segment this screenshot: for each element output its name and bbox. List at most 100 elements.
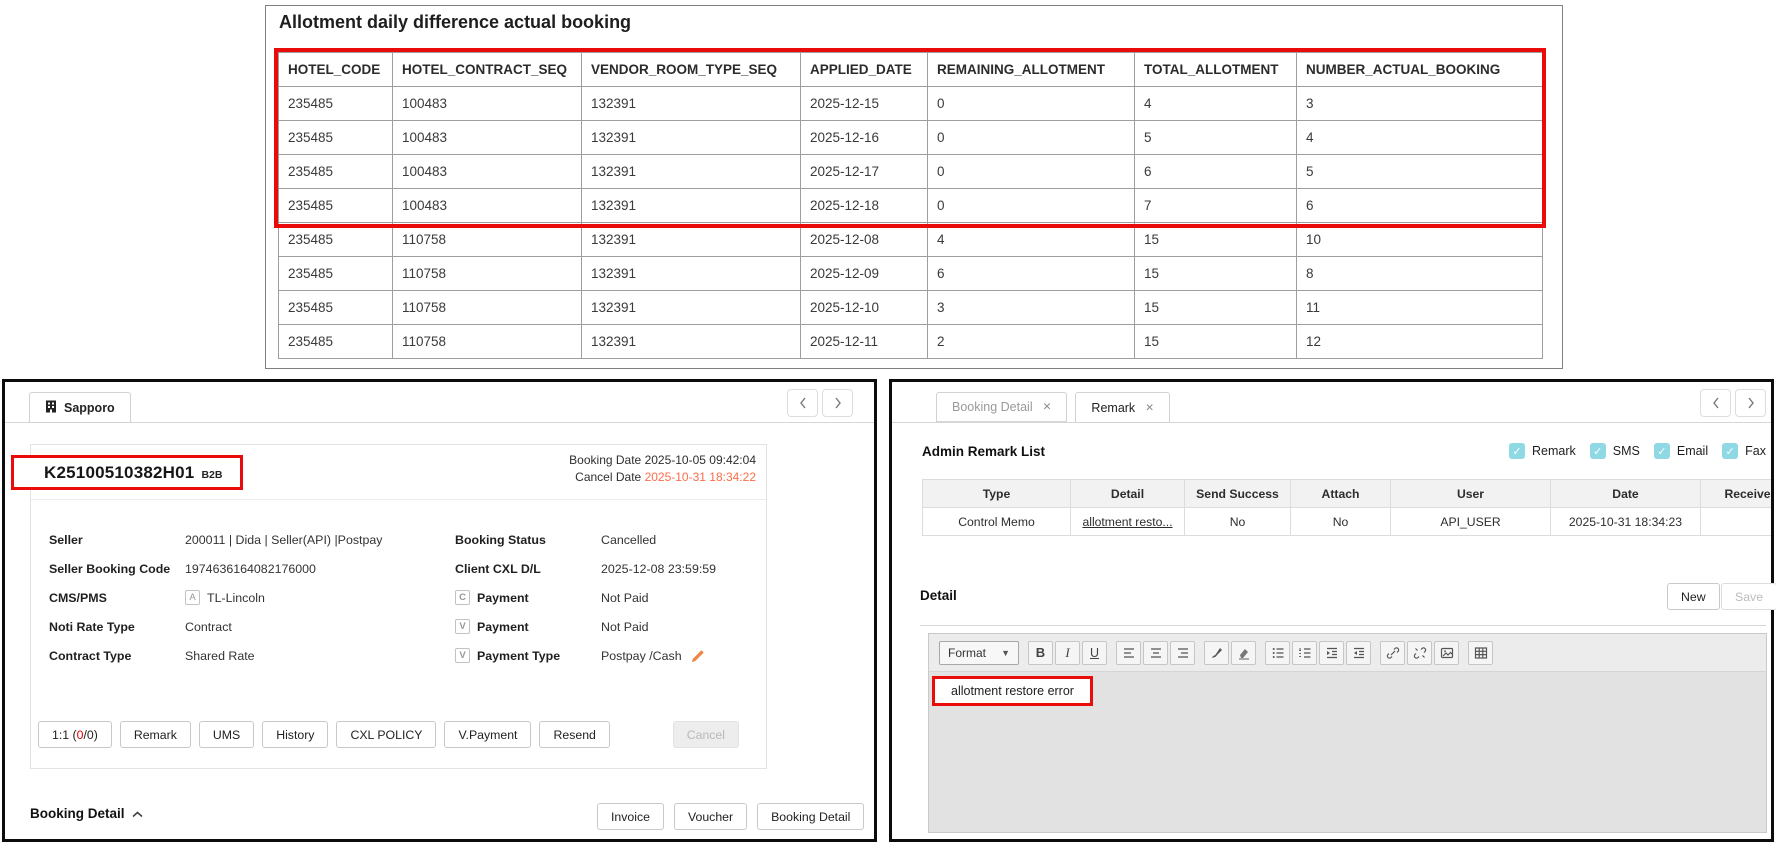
close-icon[interactable]: ✕: [1145, 402, 1154, 414]
align-right-icon[interactable]: [1170, 641, 1195, 665]
allotment-cell: 2025-12-18: [801, 189, 928, 223]
booking-fields-right: Booking StatusCancelledClient CXL D/L202…: [455, 525, 761, 670]
chevron-right-icon[interactable]: [822, 389, 853, 417]
bold-icon[interactable]: B: [1028, 641, 1053, 665]
action-button-history[interactable]: History: [262, 721, 328, 748]
allotment-row: 2354851004831323912025-12-15043: [279, 87, 1543, 121]
checkbox-label: SMS: [1613, 444, 1640, 458]
image-icon[interactable]: [1434, 641, 1459, 665]
toolbar-group: [1116, 641, 1195, 665]
booking-field-row: Booking StatusCancelled: [455, 525, 761, 554]
allotment-cell: 235485: [279, 87, 393, 121]
align-center-icon[interactable]: [1143, 641, 1168, 665]
paint-icon[interactable]: [1231, 641, 1256, 665]
allotment-column-header: VENDOR_ROOM_TYPE_SEQ: [582, 53, 801, 87]
tab-sapporo-label: Sapporo: [64, 401, 115, 415]
unlink-icon[interactable]: [1407, 641, 1432, 665]
close-icon[interactable]: ✕: [1043, 401, 1052, 413]
field-type-badge: C: [455, 590, 470, 605]
booking-field-value: Postpay /Cash: [601, 649, 705, 663]
outdent-icon[interactable]: [1346, 641, 1371, 665]
booking-field-label: Noti Rate Type: [49, 620, 185, 634]
booking-field-row: CMS/PMSATL-Lincoln: [49, 583, 449, 612]
tab-booking-detail[interactable]: Booking Detail ✕: [936, 392, 1067, 422]
booking-field-value: 200011 | Dida | Seller(API) |Postpay: [185, 533, 382, 547]
action-button-ums[interactable]: UMS: [199, 721, 254, 748]
booking-code: K25100510382H01: [44, 463, 194, 483]
brush-icon[interactable]: [1204, 641, 1229, 665]
underline-icon[interactable]: U: [1082, 641, 1107, 665]
remark-cell: No: [1185, 508, 1291, 536]
allotment-cell: 110758: [393, 223, 582, 257]
allotment-cell: 5: [1135, 121, 1297, 155]
booking-field-label: CMS/PMS: [49, 591, 185, 605]
checkbox-checked-icon[interactable]: ✓: [1509, 443, 1525, 459]
indent-icon[interactable]: [1319, 641, 1344, 665]
remark-cell: No: [1291, 508, 1391, 536]
list-ul-icon[interactable]: [1265, 641, 1290, 665]
action-button-cxl-policy[interactable]: CXL POLICY: [336, 721, 436, 748]
booking-detail-section-title: Booking Detail: [30, 806, 125, 821]
booking-date-value: 2025-10-05 09:42:04: [645, 453, 756, 467]
allotment-table: HOTEL_CODEHOTEL_CONTRACT_SEQVENDOR_ROOM_…: [278, 52, 1543, 359]
toolbar-group: [1265, 641, 1371, 665]
tab-sapporo[interactable]: Sapporo: [29, 392, 131, 423]
booking-detail-section-header[interactable]: Booking Detail: [30, 806, 143, 821]
chevron-right-icon[interactable]: [1735, 389, 1766, 417]
allotment-cell: 0: [928, 189, 1135, 223]
checkbox-label: Email: [1677, 444, 1708, 458]
footer-button-invoice[interactable]: Invoice: [597, 803, 664, 830]
save-button[interactable]: Save: [1721, 583, 1776, 610]
toolbar-group: [1380, 641, 1459, 665]
booking-field-label: Seller Booking Code: [49, 562, 185, 576]
remark-column-header: Receive: [1701, 480, 1772, 508]
remark-cell[interactable]: allotment resto...: [1071, 508, 1185, 536]
channel-option-fax: ✓Fax: [1722, 443, 1766, 459]
booking-field-value: Cancelled: [601, 533, 656, 547]
table-icon[interactable]: [1468, 641, 1493, 665]
format-dropdown-label: Format: [948, 646, 986, 660]
remark-text-highlight-box: allotment restore error: [932, 676, 1093, 706]
link-icon[interactable]: [1380, 641, 1405, 665]
chevron-left-icon[interactable]: [787, 389, 818, 417]
edit-pencil-icon[interactable]: [691, 649, 705, 663]
action-button-resend[interactable]: Resend: [539, 721, 609, 748]
checkbox-checked-icon[interactable]: ✓: [1590, 443, 1606, 459]
allotment-cell: 132391: [582, 291, 801, 325]
checkbox-checked-icon[interactable]: ✓: [1722, 443, 1738, 459]
italic-icon[interactable]: I: [1055, 641, 1080, 665]
remark-channel-checkboxes: ✓Remark✓SMS✓Email✓Fax: [1509, 443, 1766, 459]
editor-content-area[interactable]: allotment restore error: [929, 672, 1766, 832]
remark-cell: Control Memo: [923, 508, 1071, 536]
action-button-v-payment[interactable]: V.Payment: [444, 721, 531, 748]
allotment-cell: 235485: [279, 121, 393, 155]
list-ol-icon[interactable]: [1292, 641, 1317, 665]
booking-field-row: VPaymentNot Paid: [455, 612, 761, 641]
booking-channel-badge: B2B: [201, 469, 222, 481]
checkbox-checked-icon[interactable]: ✓: [1654, 443, 1670, 459]
cancel-button[interactable]: Cancel: [673, 721, 739, 748]
action-button-remark[interactable]: Remark: [120, 721, 191, 748]
new-button[interactable]: New: [1667, 583, 1720, 610]
remark-cell: 2025-10-31 18:34:23: [1551, 508, 1701, 536]
footer-button-booking-detail[interactable]: Booking Detail: [757, 803, 864, 830]
align-left-icon[interactable]: [1116, 641, 1141, 665]
remark-column-header: Date: [1551, 480, 1701, 508]
remark-column-header: Type: [923, 480, 1071, 508]
allotment-cell: 0: [928, 155, 1135, 189]
allotment-column-header: APPLIED_DATE: [801, 53, 928, 87]
action-button-1-1[interactable]: 1:1 (0/0): [38, 721, 112, 748]
chevron-left-icon[interactable]: [1700, 389, 1731, 417]
allotment-cell: 6: [1297, 189, 1543, 223]
label-prefix: 1:1 (: [52, 728, 77, 742]
allotment-cell: 6: [1135, 155, 1297, 189]
allotment-column-header: REMAINING_ALLOTMENT: [928, 53, 1135, 87]
format-dropdown[interactable]: Format ▼: [939, 641, 1019, 665]
tab-remark[interactable]: Remark ✕: [1075, 392, 1170, 423]
allotment-cell: 235485: [279, 189, 393, 223]
allotment-cell: 110758: [393, 325, 582, 359]
footer-button-voucher[interactable]: Voucher: [674, 803, 747, 830]
allotment-cell: 3: [928, 291, 1135, 325]
booking-field-label: CPayment: [455, 590, 601, 605]
tab-remark-label: Remark: [1091, 401, 1135, 415]
